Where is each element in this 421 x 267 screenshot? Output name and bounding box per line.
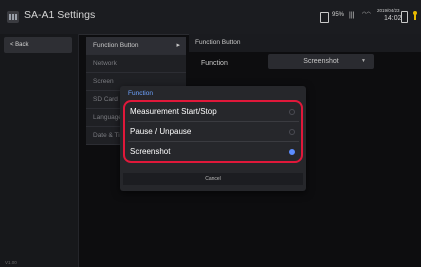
function-dialog: Function Measurement Start/Stop Pause / … <box>120 86 306 191</box>
dialog-title: Function <box>128 90 153 97</box>
top-bar: SA-A1 Settings 95% ||| ◠◠ 2019/04/23 14:… <box>0 0 421 35</box>
pin-icon <box>413 11 417 20</box>
option-label: Measurement Start/Stop <box>130 107 217 116</box>
chevron-right-icon: ▸ <box>176 42 180 49</box>
radio-icon[interactable] <box>289 109 295 115</box>
battery-percent: 95% <box>332 12 345 18</box>
battery-icon <box>401 11 408 23</box>
option-measurement-start-stop[interactable]: Measurement Start/Stop <box>128 102 299 122</box>
left-column: < Back V1.00 <box>0 34 79 267</box>
option-label: Screenshot <box>130 147 171 156</box>
radio-icon[interactable] <box>289 129 295 135</box>
menu-item-network[interactable]: Network <box>86 55 186 73</box>
time-text: 14:02 <box>384 15 402 22</box>
menu-item-label: SD Card <box>93 96 118 103</box>
radio-selected-icon[interactable] <box>289 149 295 155</box>
menu-item-function-button[interactable]: Function Button ▸ <box>86 37 186 55</box>
menu-icon[interactable] <box>7 11 19 23</box>
option-pause-unpause[interactable]: Pause / Unpause <box>128 122 299 142</box>
menu-item-label: Function Button <box>93 42 139 49</box>
back-button[interactable]: < Back <box>4 37 72 53</box>
detail-header: Function Button <box>189 34 421 52</box>
function-select[interactable]: Screenshot ▼ <box>268 54 374 69</box>
option-label: Pause / Unpause <box>130 127 192 136</box>
chevron-down-icon: ▼ <box>361 58 366 64</box>
menu-item-label: Network <box>93 60 117 67</box>
version-text: V1.00 <box>5 260 17 265</box>
sd-card-icon <box>320 12 329 23</box>
wifi-icon: ◠◠ <box>362 11 371 17</box>
date-text: 2019/04/23 <box>377 8 400 13</box>
menu-item-label: Language <box>93 114 122 121</box>
function-label: Function <box>201 60 228 67</box>
options-highlight-frame: Measurement Start/Stop Pause / Unpause S… <box>123 100 303 163</box>
signal-icon: ||| <box>349 12 355 19</box>
option-screenshot[interactable]: Screenshot <box>128 142 299 162</box>
app-title: SA-A1 Settings <box>24 9 96 21</box>
menu-item-label: Screen <box>93 78 114 85</box>
cancel-button[interactable]: Cancel <box>123 173 303 185</box>
function-select-value: Screenshot <box>303 58 339 65</box>
